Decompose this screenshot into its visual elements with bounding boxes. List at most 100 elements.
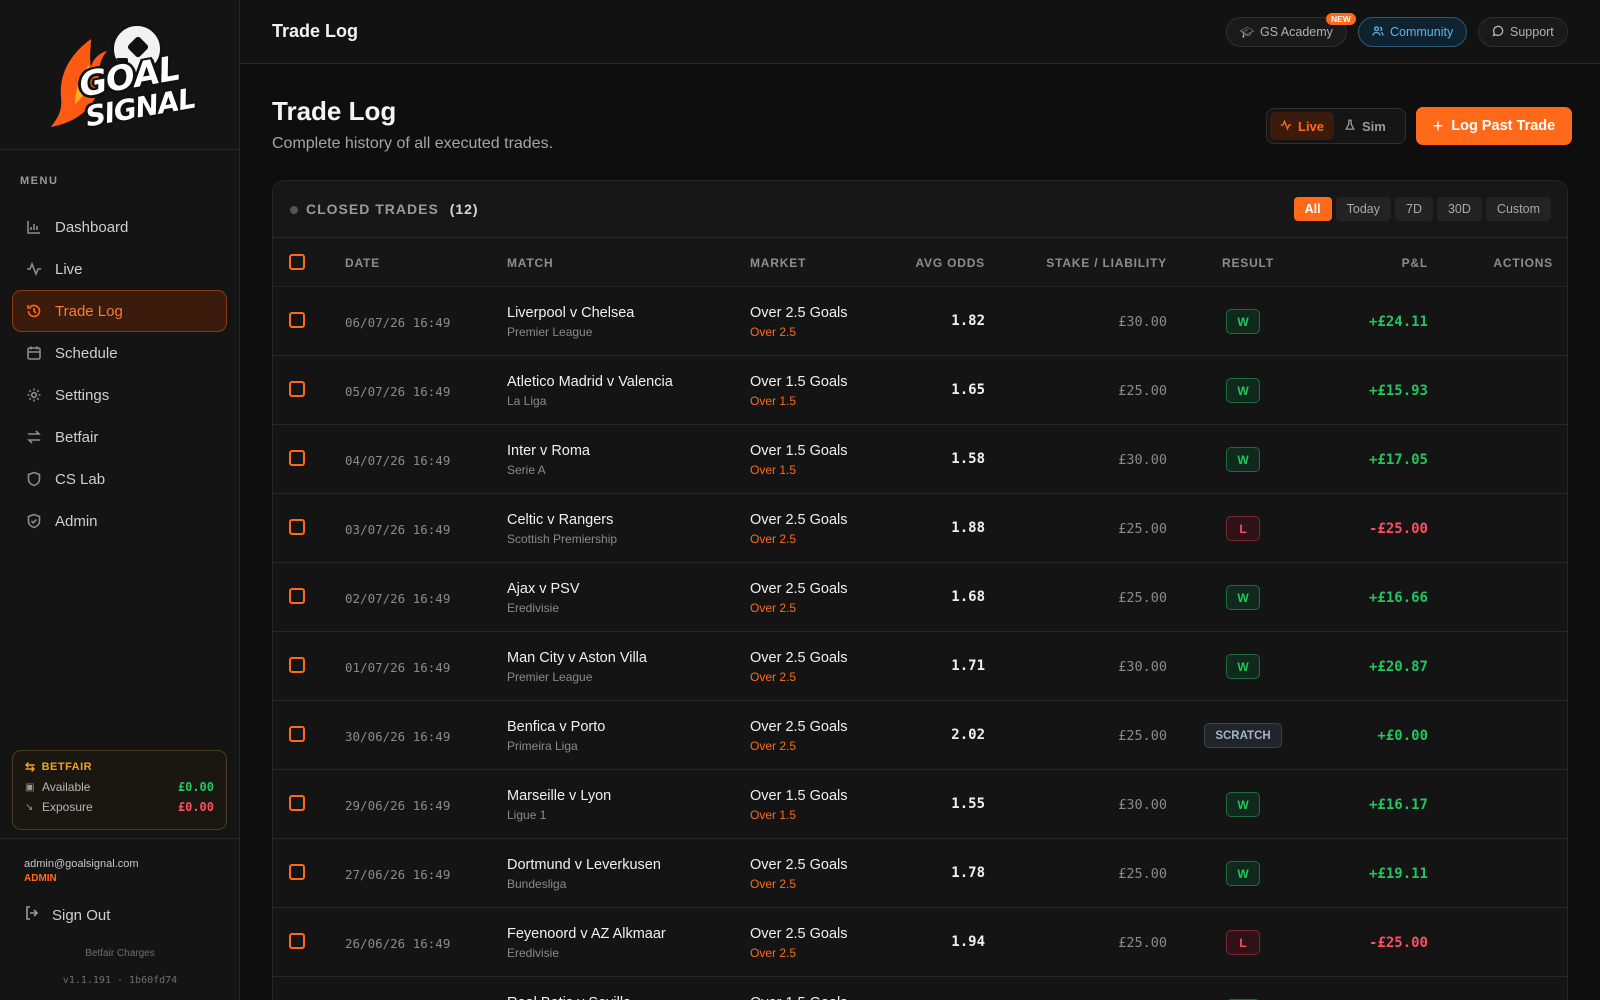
activity-icon (25, 260, 43, 278)
sidebar-item-admin[interactable]: Admin (12, 500, 227, 542)
menu-label: MENU (20, 175, 59, 187)
col-result[interactable]: RESULT (1222, 256, 1274, 270)
status-dot (290, 206, 298, 214)
sidebar-item-trade-log[interactable]: Trade Log (12, 290, 227, 332)
match-name[interactable]: Ajax v PSV (507, 581, 580, 597)
result-cell: L (1183, 930, 1303, 955)
row-checkbox[interactable] (289, 588, 305, 604)
col-actions: ACTIONS (1493, 256, 1553, 270)
support-button[interactable]: Support (1478, 17, 1568, 47)
sidebar-item-cs-lab[interactable]: CS Lab (12, 458, 227, 500)
sidebar-item-label: Settings (55, 386, 110, 404)
avg-odds: 1.55 (951, 796, 985, 812)
table-row[interactable]: Real Betis v SevillaOver 1.5 GoalsW (273, 977, 1567, 1000)
row-checkbox[interactable] (289, 933, 305, 949)
col-match[interactable]: MATCH (507, 256, 553, 270)
row-checkbox[interactable] (289, 450, 305, 466)
log-past-trade-button[interactable]: + Log Past Trade (1416, 107, 1572, 145)
market-cell: Over 2.5 Goals Over 2.5 (750, 650, 848, 684)
match-name[interactable]: Liverpool v Chelsea (507, 305, 634, 321)
row-checkbox[interactable] (289, 519, 305, 535)
table-row[interactable]: 29/06/26 16:49 Marseille v Lyon Ligue 1 Ove… (273, 770, 1567, 839)
market-cell: Over 2.5 Goals Over 2.5 (750, 305, 848, 339)
match-name[interactable]: Feyenoord v AZ Alkmaar (507, 926, 666, 942)
sidebar-item-settings[interactable]: Settings (12, 374, 227, 416)
match-name[interactable]: Inter v Roma (507, 443, 590, 459)
page-title: Trade Log (272, 96, 397, 126)
match-name[interactable]: Celtic v Rangers (507, 512, 617, 528)
match-name[interactable]: Real Betis v Sevilla (507, 995, 631, 1000)
sidebar-item-betfair[interactable]: Betfair (12, 416, 227, 458)
trade-date: 26/06/26 16:49 (345, 936, 451, 951)
col-stake-liability[interactable]: STAKE / LIABILITY (1046, 256, 1167, 270)
col-date[interactable]: DATE (345, 256, 380, 270)
avg-odds: 1.71 (951, 658, 985, 674)
table-row[interactable]: 01/07/26 16:49 Man City v Aston Villa Prem… (273, 632, 1567, 701)
sidebar-nav: Dashboard Live Trade Log Schedule Settin… (12, 206, 227, 542)
sidebar-item-dashboard[interactable]: Dashboard (12, 206, 227, 248)
sidebar-item-live[interactable]: Live (12, 248, 227, 290)
goal-signal-logo[interactable]: GOAL SIGNAL (45, 17, 197, 133)
table-row[interactable]: 30/06/26 16:49 Benfica v Porto Primeira Li… (273, 701, 1567, 770)
league-name: Premier League (507, 670, 593, 684)
col-avg-odds[interactable]: AVG ODDS (915, 256, 985, 270)
table-row[interactable]: 03/07/26 16:49 Celtic v Rangers Scottish P… (273, 494, 1567, 563)
table-row[interactable]: 27/06/26 16:49 Dortmund v Leverkusen Bunde… (273, 839, 1567, 908)
betfair-charges-link[interactable]: Betfair Charges (0, 948, 240, 959)
row-checkbox[interactable] (289, 864, 305, 880)
sidebar-item-label: Betfair (55, 428, 99, 446)
sidebar-item-schedule[interactable]: Schedule (12, 332, 227, 374)
mode-live-button[interactable]: Live (1270, 112, 1335, 140)
filter-all[interactable]: All (1293, 197, 1332, 221)
filter-7d[interactable]: 7D (1395, 197, 1433, 221)
market-cell: Over 1.5 Goals Over 1.5 (750, 374, 848, 408)
filter-30d[interactable]: 30D (1436, 197, 1482, 221)
table-row[interactable]: 04/07/26 16:49 Inter v Roma Serie A Over 1.… (273, 425, 1567, 494)
market-name: Over 2.5 Goals (750, 857, 848, 873)
match-cell: Atletico Madrid v Valencia La Liga (507, 374, 673, 408)
col-pnl[interactable]: P&L (1402, 256, 1428, 270)
sign-out-button[interactable]: Sign Out (24, 905, 110, 925)
league-name: Ligue 1 (507, 808, 547, 822)
stake-liability: £30.00 (1118, 659, 1167, 675)
row-checkbox[interactable] (289, 381, 305, 397)
mode-sim-button[interactable]: Sim (1334, 112, 1396, 140)
market-name: Over 1.5 Goals (750, 788, 848, 804)
trade-date: 04/07/26 16:49 (345, 453, 451, 468)
match-cell: Ajax v PSV Eredivisie (507, 581, 580, 615)
filter-custom[interactable]: Custom (1485, 197, 1551, 221)
table-row[interactable]: 06/07/26 16:49 Liverpool v Chelsea Premier… (273, 287, 1567, 356)
sidebar-item-label: CS Lab (55, 470, 106, 488)
pnl-value: +£20.87 (1368, 659, 1428, 675)
market-cell: Over 1.5 Goals Over 1.5 (750, 788, 848, 822)
available-value: £0.00 (177, 780, 214, 794)
select-all-checkbox[interactable] (289, 254, 305, 270)
table-row[interactable]: 05/07/26 16:49 Atletico Madrid v Valencia… (273, 356, 1567, 425)
row-checkbox[interactable] (289, 657, 305, 673)
match-name[interactable]: Atletico Madrid v Valencia (507, 374, 673, 390)
avg-odds: 1.88 (951, 520, 985, 536)
table-row[interactable]: 26/06/26 16:49 Feyenoord v AZ Alkmaar Ered… (273, 908, 1567, 977)
table-row[interactable]: 02/07/26 16:49 Ajax v PSV Eredivisie Over 2… (273, 563, 1567, 632)
user-email: admin@goalsignal.com (24, 858, 139, 870)
sidebar-item-label: Trade Log (55, 302, 123, 320)
col-market[interactable]: MARKET (750, 256, 806, 270)
row-checkbox[interactable] (289, 795, 305, 811)
closed-trades-card: CLOSED TRADES (12) All Today 7D 30D Cust… (272, 180, 1568, 1000)
market-cell: Over 2.5 Goals Over 2.5 (750, 581, 848, 615)
result-cell: L (1183, 516, 1303, 541)
match-name[interactable]: Man City v Aston Villa (507, 650, 647, 666)
filter-today[interactable]: Today (1335, 197, 1391, 221)
row-checkbox[interactable] (289, 726, 305, 742)
community-button[interactable]: Community (1358, 17, 1468, 47)
match-name[interactable]: Marseille v Lyon (507, 788, 611, 804)
row-checkbox[interactable] (289, 312, 305, 328)
match-name[interactable]: Dortmund v Leverkusen (507, 857, 661, 873)
trade-date: 03/07/26 16:49 (345, 522, 451, 537)
mode-live-label: Live (1298, 118, 1325, 134)
avg-odds: 1.68 (951, 589, 985, 605)
match-name[interactable]: Benfica v Porto (507, 719, 605, 735)
pnl-value: -£25.00 (1368, 935, 1428, 951)
exposure-row: ↘ Exposure £0.00 (25, 800, 214, 814)
betfair-balance-card[interactable]: ⇆ BETFAIR ▣ Available £0.00 ↘ Exposure £0.… (12, 750, 227, 830)
